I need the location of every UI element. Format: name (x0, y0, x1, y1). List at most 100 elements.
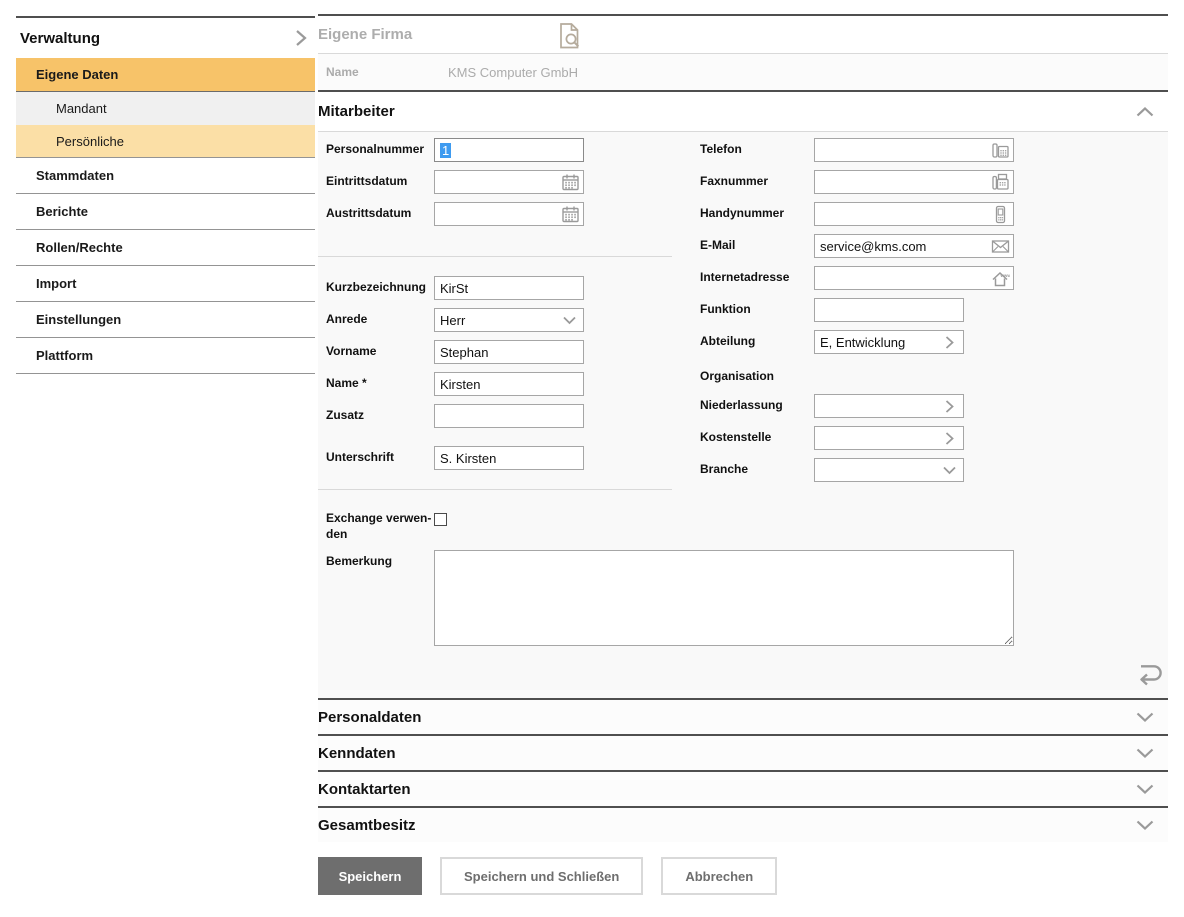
unterschrift-input[interactable]: S. Kirsten (434, 446, 584, 470)
abteilung-lookup[interactable]: E, Entwicklung (814, 330, 964, 354)
field-value: S. Kirsten (440, 451, 496, 466)
branche-select[interactable] (814, 458, 964, 482)
bemerkung-textarea[interactable] (434, 550, 1014, 646)
niederlassung-lookup[interactable] (814, 394, 964, 418)
sidebar-item-eigene-daten[interactable]: Eigene Daten (16, 58, 315, 92)
undo-button[interactable] (1134, 660, 1164, 688)
anrede-select[interactable]: Herr (434, 308, 584, 332)
main-content: Eigene Firma Name KMS Computer GmbH Mita… (318, 14, 1168, 895)
sidebar-item-persoenliche[interactable]: Persönliche (16, 125, 315, 158)
unterschrift-label: Unterschrift (326, 449, 394, 465)
sidebar-item-label: Persönliche (56, 134, 124, 149)
sidebar-item-label: Eigene Daten (36, 67, 118, 82)
fax-icon[interactable] (991, 173, 1010, 192)
section-header-gesamtbesitz[interactable]: Gesamtbesitz (318, 806, 1168, 842)
email-label: E-Mail (700, 237, 735, 253)
faxnummer-input[interactable] (814, 170, 1014, 194)
section-title: Mitarbeiter (318, 103, 395, 120)
sidebar-item-berichte[interactable]: Berichte (16, 194, 315, 230)
chevron-down-icon (563, 316, 576, 325)
sidebar-item-stammdaten[interactable]: Stammdaten (16, 158, 315, 194)
handynummer-label: Handynummer (700, 205, 784, 221)
company-name-label: Name (318, 65, 448, 79)
chevron-right-icon (945, 400, 954, 413)
section-title: Kenndaten (318, 745, 396, 762)
sidebar-item-import[interactable]: Import (16, 266, 315, 302)
sidebar-item-plattform[interactable]: Plattform (16, 338, 315, 374)
chevron-down-icon (1136, 712, 1154, 722)
svg-text:www: www (1000, 273, 1011, 278)
section-header-personaldaten[interactable]: Personaldaten (318, 698, 1168, 734)
personalnummer-input[interactable]: 1 (434, 138, 584, 162)
email-input[interactable]: service@kms.com (814, 234, 1014, 258)
handynummer-input[interactable] (814, 202, 1014, 226)
sidebar-item-label: Plattform (36, 348, 93, 363)
vorname-label: Vorname (326, 343, 376, 359)
faxnummer-label: Faxnummer (700, 173, 768, 189)
save-button[interactable]: Speichern (318, 857, 422, 895)
company-name-value: KMS Computer GmbH (448, 65, 578, 80)
save-and-close-button[interactable]: Speichern und Schließen (440, 857, 643, 895)
calendar-icon[interactable] (561, 173, 580, 192)
phone-icon[interactable] (991, 141, 1010, 160)
cancel-button[interactable]: Abbrechen (661, 857, 777, 895)
section-header-mitarbeiter[interactable]: Mitarbeiter (318, 92, 1168, 132)
sidebar-item-einstellungen[interactable]: Einstellungen (16, 302, 315, 338)
internetadresse-input[interactable]: www (814, 266, 1014, 290)
document-preview-button[interactable] (556, 21, 584, 51)
chevron-right-icon (945, 432, 954, 445)
funktion-label: Funktion (700, 301, 751, 317)
organisation-label: Organisation (700, 368, 774, 384)
field-value: KirSt (440, 281, 468, 296)
austrittsdatum-label: Austrittsdatum (326, 205, 411, 221)
sidebar-item-rollen-rechte[interactable]: Rollen/Rechte (16, 230, 315, 266)
exchange-checkbox[interactable] (434, 513, 447, 526)
section-title: Kontaktarten (318, 781, 411, 798)
anrede-label: Anrede (326, 311, 367, 327)
sidebar-nav: Verwaltung Eigene Daten Mandant Persönli… (16, 16, 315, 374)
action-button-bar: Speichern Speichern und Schließen Abbrec… (318, 857, 1168, 895)
field-value: Herr (440, 313, 465, 328)
sidebar-item-label: Import (36, 276, 76, 291)
eintrittsdatum-input[interactable] (434, 170, 584, 194)
divider (318, 489, 672, 490)
kostenstelle-lookup[interactable] (814, 426, 964, 450)
mobile-icon[interactable] (991, 205, 1010, 224)
kostenstelle-label: Kostenstelle (700, 429, 771, 445)
sidebar-header-verwaltung[interactable]: Verwaltung (16, 18, 315, 58)
company-name-row: Name KMS Computer GmbH (318, 54, 1168, 92)
telefon-input[interactable] (814, 138, 1014, 162)
section-header-kenndaten[interactable]: Kenndaten (318, 734, 1168, 770)
sidebar-item-mandant[interactable]: Mandant (16, 92, 315, 125)
document-search-icon (556, 21, 584, 51)
page-header: Eigene Firma (318, 16, 1168, 54)
chevron-down-icon (943, 466, 956, 475)
sidebar-item-label: Einstellungen (36, 312, 121, 327)
field-value: service@kms.com (820, 239, 926, 254)
chevron-right-icon (945, 336, 954, 349)
zusatz-input[interactable] (434, 404, 584, 428)
chevron-down-icon (1136, 820, 1154, 830)
sidebar-item-label: Mandant (56, 101, 107, 116)
vorname-input[interactable]: Stephan (434, 340, 584, 364)
personalnummer-selected-text: 1 (440, 143, 451, 158)
website-icon[interactable]: www (991, 269, 1010, 288)
calendar-icon[interactable] (561, 205, 580, 224)
personalnummer-label: Personalnummer (326, 141, 424, 157)
mitarbeiter-form: Personalnummer 1 Eintrittsdatum (318, 132, 1168, 698)
sidebar-title: Verwaltung (20, 30, 100, 47)
envelope-icon[interactable] (991, 237, 1010, 256)
chevron-right-icon (295, 29, 307, 47)
chevron-down-icon (1136, 748, 1154, 758)
austrittsdatum-input[interactable] (434, 202, 584, 226)
niederlassung-label: Niederlassung (700, 397, 783, 413)
funktion-input[interactable] (814, 298, 964, 322)
chevron-up-icon (1136, 107, 1154, 117)
sidebar-item-label: Stammdaten (36, 168, 114, 183)
section-title: Personaldaten (318, 709, 421, 726)
page-title: Eigene Firma (318, 26, 412, 43)
abteilung-label: Abteilung (700, 333, 755, 349)
kurzbezeichnung-input[interactable]: KirSt (434, 276, 584, 300)
name-input[interactable]: Kirsten (434, 372, 584, 396)
section-header-kontaktarten[interactable]: Kontaktarten (318, 770, 1168, 806)
